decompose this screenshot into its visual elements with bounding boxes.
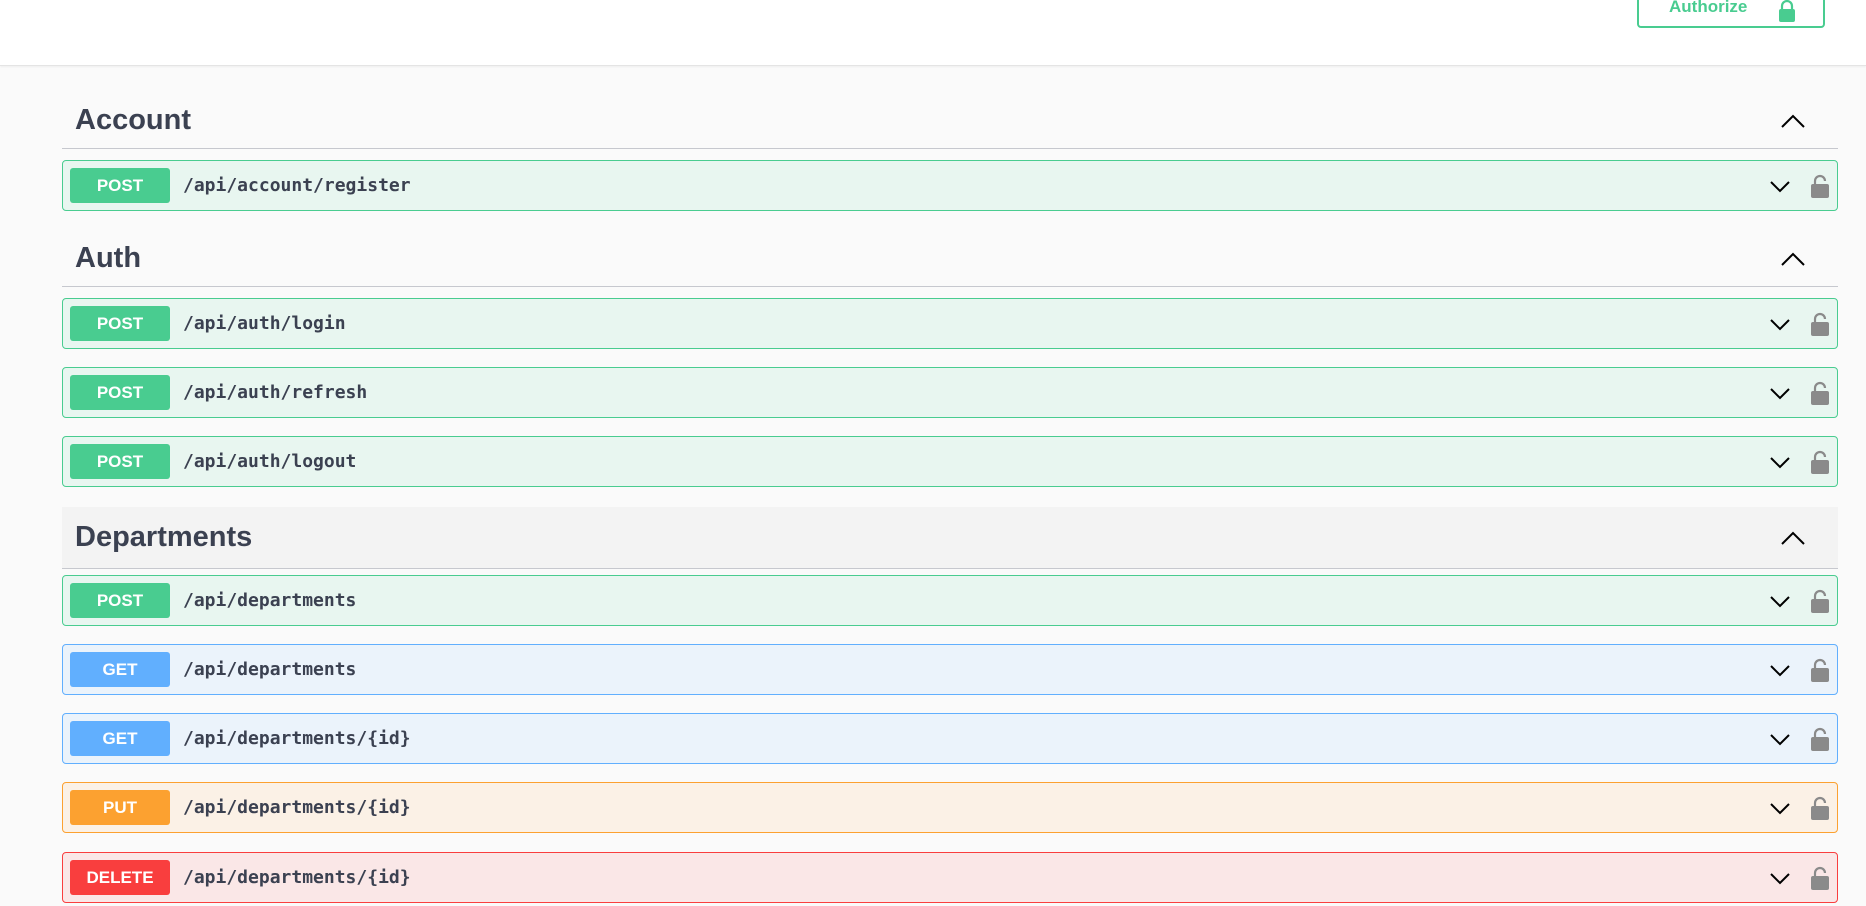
operation-path: /api/auth/logout	[183, 451, 357, 472]
operation-path: /api/departments	[183, 590, 357, 611]
operation-post-auth-refresh[interactable]: POST /api/auth/refresh	[62, 367, 1838, 418]
method-badge: POST	[70, 306, 170, 341]
operation-path: /api/departments	[183, 659, 357, 680]
chevron-down-icon[interactable]	[1769, 455, 1791, 469]
method-badge: POST	[70, 444, 170, 479]
method-badge: DELETE	[70, 860, 170, 895]
method-badge: GET	[70, 652, 170, 687]
lock-icon[interactable]	[1811, 589, 1829, 613]
section-departments: Departments	[62, 507, 1838, 569]
method-badge: POST	[70, 168, 170, 203]
section-title: Account	[75, 104, 191, 136]
lock-icon[interactable]	[1811, 658, 1829, 682]
chevron-down-icon[interactable]	[1769, 732, 1791, 746]
section-header-auth[interactable]: Auth	[62, 231, 1838, 287]
section-auth: Auth	[62, 231, 1838, 287]
operation-get-department-by-id[interactable]: GET /api/departments/{id}	[62, 713, 1838, 764]
chevron-down-icon[interactable]	[1769, 317, 1791, 331]
lock-icon[interactable]	[1811, 381, 1829, 405]
operation-put-department-by-id[interactable]: PUT /api/departments/{id}	[62, 782, 1838, 833]
method-badge: POST	[70, 583, 170, 618]
operation-path: /api/auth/refresh	[183, 382, 368, 403]
section-account: Account	[62, 93, 1838, 149]
authorize-button[interactable]: Authorize	[1637, 0, 1825, 28]
section-title: Auth	[75, 242, 142, 274]
chevron-down-icon[interactable]	[1769, 594, 1791, 608]
method-badge: POST	[70, 375, 170, 410]
lock-icon[interactable]	[1811, 796, 1829, 820]
operation-post-auth-logout[interactable]: POST /api/auth/logout	[62, 436, 1838, 487]
method-badge: PUT	[70, 790, 170, 825]
section-header-departments[interactable]: Departments	[62, 507, 1838, 569]
lock-icon[interactable]	[1811, 866, 1829, 890]
lock-icon[interactable]	[1811, 450, 1829, 474]
operation-path: /api/departments/{id}	[183, 867, 411, 888]
lock-icon[interactable]	[1811, 727, 1829, 751]
section-header-account[interactable]: Account	[62, 93, 1838, 149]
method-badge: GET	[70, 721, 170, 756]
chevron-down-icon[interactable]	[1769, 871, 1791, 885]
lock-icon	[1779, 0, 1795, 22]
chevron-up-icon[interactable]	[1780, 251, 1806, 267]
operation-path: /api/departments/{id}	[183, 728, 411, 749]
lock-icon[interactable]	[1811, 174, 1829, 198]
operation-path: /api/auth/login	[183, 313, 346, 334]
authorize-label: Authorize	[1669, 0, 1748, 16]
chevron-up-icon[interactable]	[1780, 530, 1806, 546]
chevron-down-icon[interactable]	[1769, 801, 1791, 815]
operation-path: /api/departments/{id}	[183, 797, 411, 818]
operation-get-departments[interactable]: GET /api/departments	[62, 644, 1838, 695]
operation-post-departments[interactable]: POST /api/departments	[62, 575, 1838, 626]
chevron-down-icon[interactable]	[1769, 179, 1791, 193]
operation-post-account-register[interactable]: POST /api/account/register	[62, 160, 1838, 211]
chevron-up-icon[interactable]	[1780, 113, 1806, 129]
section-title: Departments	[75, 521, 253, 553]
top-bar: Authorize	[0, 0, 1866, 66]
operation-post-auth-login[interactable]: POST /api/auth/login	[62, 298, 1838, 349]
operation-delete-department-by-id[interactable]: DELETE /api/departments/{id}	[62, 852, 1838, 903]
lock-icon[interactable]	[1811, 312, 1829, 336]
operation-path: /api/account/register	[183, 175, 411, 196]
chevron-down-icon[interactable]	[1769, 663, 1791, 677]
chevron-down-icon[interactable]	[1769, 386, 1791, 400]
